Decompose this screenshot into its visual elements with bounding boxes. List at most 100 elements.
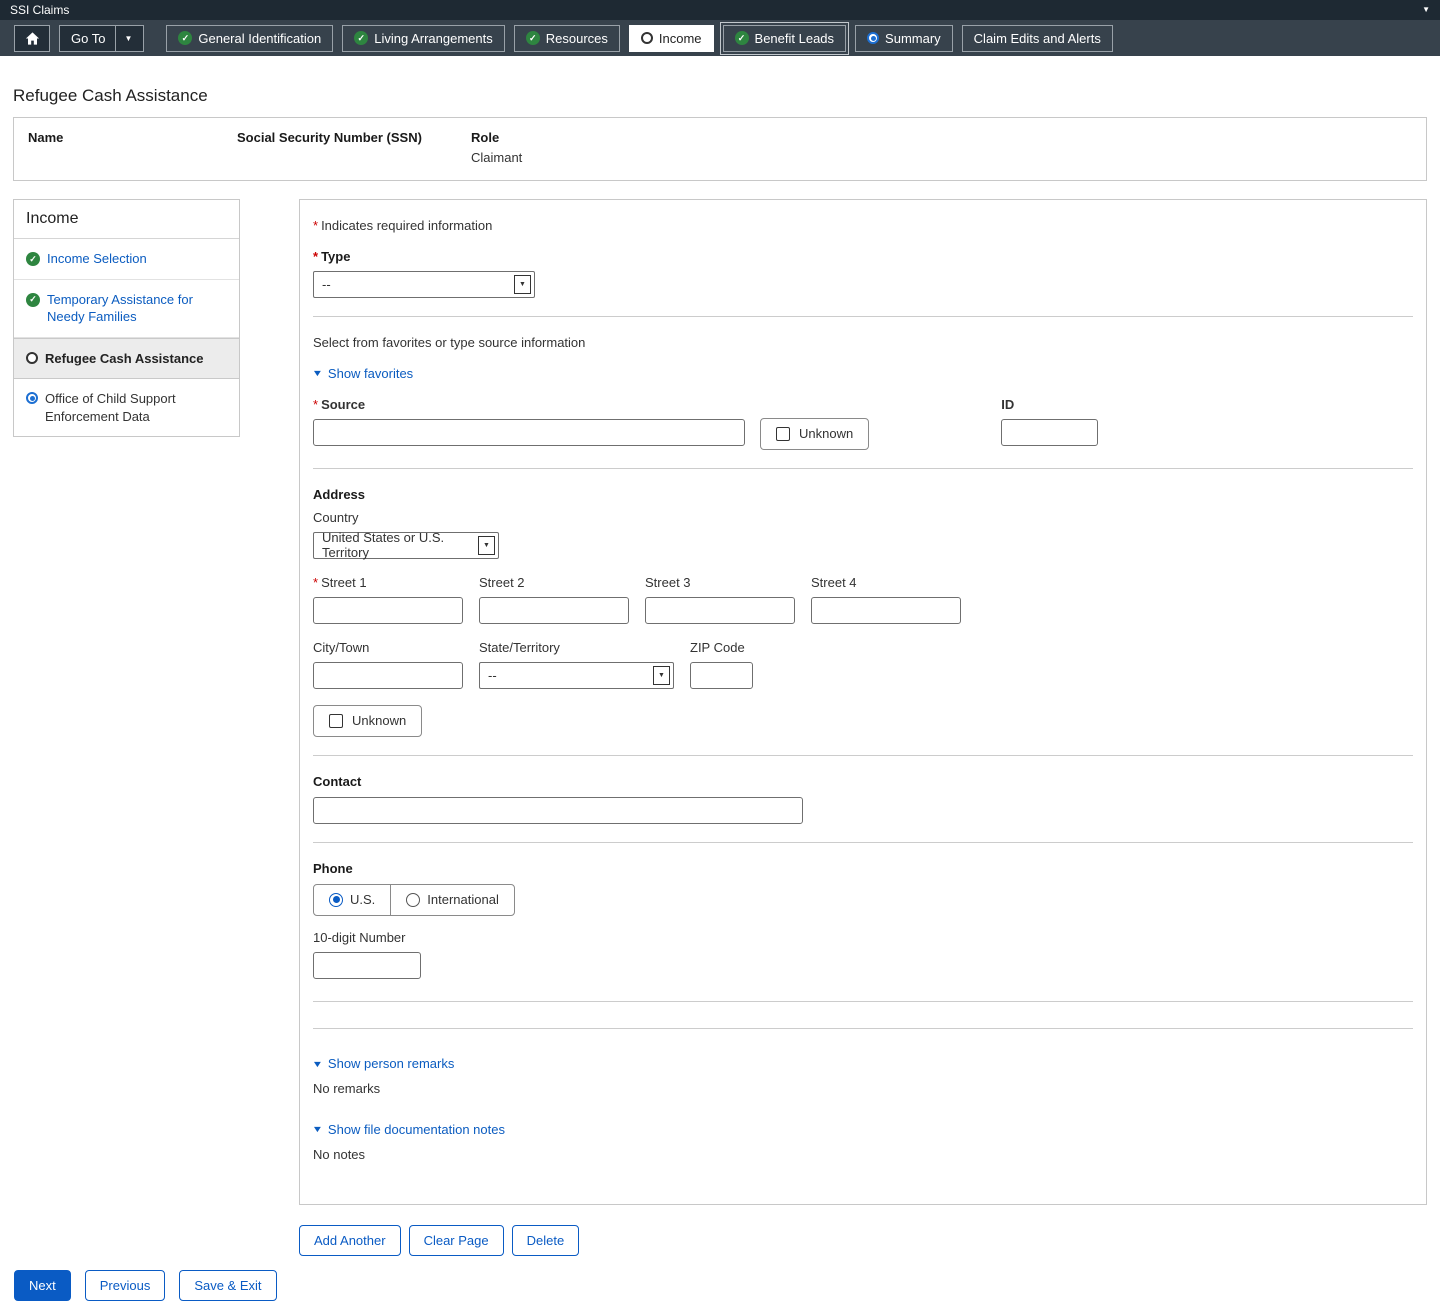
tab-benefit-leads[interactable]: ✓ Benefit Leads [723, 25, 847, 52]
page-title: Refugee Cash Assistance [13, 86, 1427, 106]
show-file-notes-link[interactable]: ▼ Show file documentation notes [313, 1122, 505, 1137]
income-sidebar: Income ✓ Income Selection ✓ Temporary As… [13, 199, 240, 437]
sidebar-item-label: Income Selection [47, 250, 147, 268]
source-row: *Source Unknown ID [313, 397, 1413, 450]
contact-heading: Contact [313, 774, 1413, 789]
street4-column: Street 4 [811, 575, 961, 624]
select-arrow-icon: ▼ [514, 275, 531, 294]
state-select-value: -- [488, 668, 497, 683]
phone-international-radio[interactable]: International [390, 885, 514, 915]
check-circle-icon: ✓ [26, 252, 40, 266]
source-unknown-checkbox[interactable]: Unknown [760, 418, 869, 450]
source-column: *Source [313, 397, 745, 446]
main-layout: Income ✓ Income Selection ✓ Temporary As… [13, 199, 1427, 1205]
delete-button[interactable]: Delete [512, 1225, 580, 1256]
street1-label-text: Street 1 [321, 575, 367, 590]
main-navbar: Go To ▼ ✓ General Identification ✓ Livin… [0, 20, 1440, 56]
street1-input[interactable] [313, 597, 463, 624]
source-label: *Source [313, 397, 745, 412]
street3-column: Street 3 [645, 575, 795, 624]
name-label: Name [28, 130, 237, 145]
zip-input[interactable] [690, 662, 753, 689]
tab-living-arrangements[interactable]: ✓ Living Arrangements [342, 25, 505, 52]
phone-heading: Phone [313, 861, 1413, 876]
radio-unselected-icon [406, 893, 420, 907]
street2-column: Street 2 [479, 575, 629, 624]
tab-label: Summary [885, 31, 941, 46]
contact-input[interactable] [313, 797, 803, 824]
required-note: *Indicates required information [313, 218, 1413, 233]
street-row: *Street 1 Street 2 Street 3 Street 4 [313, 575, 1413, 624]
sidebar-item-refugee-cash-assistance[interactable]: Refugee Cash Assistance [14, 338, 239, 380]
sidebar-item-income-selection[interactable]: ✓ Income Selection [14, 239, 239, 280]
state-label: State/Territory [479, 640, 674, 655]
type-select[interactable]: -- ▼ [313, 271, 535, 298]
go-to-dropdown[interactable]: Go To ▼ [59, 25, 144, 52]
sidebar-title: Income [14, 200, 239, 239]
city-input[interactable] [313, 662, 463, 689]
required-asterisk: * [313, 249, 318, 264]
source-input[interactable] [313, 419, 745, 446]
zip-label: ZIP Code [690, 640, 753, 655]
street3-label: Street 3 [645, 575, 795, 590]
role-label: Role [471, 130, 522, 145]
page-actions-row: Next Previous Save & Exit [14, 1270, 1427, 1301]
sidebar-item-tanf[interactable]: ✓ Temporary Assistance for Needy Familie… [14, 280, 239, 338]
checkbox-icon [329, 714, 343, 728]
show-favorites-link[interactable]: ▼ Show favorites [313, 366, 413, 381]
state-select[interactable]: -- ▼ [479, 662, 674, 689]
country-select[interactable]: United States or U.S. Territory ▼ [313, 532, 499, 559]
address-unknown-checkbox[interactable]: Unknown [313, 705, 422, 737]
tab-summary[interactable]: Summary [855, 25, 953, 52]
type-label: *Type [313, 249, 1413, 264]
collapse-caret-icon[interactable]: ▼ [1422, 6, 1430, 14]
street2-input[interactable] [479, 597, 629, 624]
chevron-down-icon: ▼ [312, 1059, 324, 1069]
divider [313, 755, 1413, 756]
clear-page-button[interactable]: Clear Page [409, 1225, 504, 1256]
file-notes-toggle-row: ▼ Show file documentation notes [313, 1120, 1413, 1137]
phone-number-label: 10-digit Number [313, 930, 1413, 945]
add-another-button[interactable]: Add Another [299, 1225, 401, 1256]
role-value: Claimant [471, 150, 522, 165]
app-titlebar: SSI Claims ▼ [0, 0, 1440, 20]
street1-label: *Street 1 [313, 575, 463, 590]
tab-resources[interactable]: ✓ Resources [514, 25, 620, 52]
street3-input[interactable] [645, 597, 795, 624]
tab-label: Living Arrangements [374, 31, 493, 46]
city-column: City/Town [313, 640, 463, 689]
phone-type-radio-group: U.S. International [313, 884, 515, 916]
home-button[interactable] [14, 25, 50, 52]
tab-claim-edits-alerts[interactable]: Claim Edits and Alerts [962, 25, 1113, 52]
previous-button[interactable]: Previous [85, 1270, 166, 1301]
phone-us-label: U.S. [350, 892, 375, 907]
id-input[interactable] [1001, 419, 1098, 446]
tab-income[interactable]: Income [629, 25, 714, 52]
show-person-remarks-link[interactable]: ▼ Show person remarks [313, 1056, 454, 1071]
panel-actions-row: Add Another Clear Page Delete [299, 1225, 1427, 1256]
street4-input[interactable] [811, 597, 961, 624]
divider [313, 1001, 1413, 1002]
tab-label: Claim Edits and Alerts [974, 31, 1101, 46]
favorites-hint: Select from favorites or type source inf… [313, 335, 1413, 350]
sidebar-item-label: Refugee Cash Assistance [45, 350, 203, 368]
phone-us-radio[interactable]: U.S. [314, 885, 390, 915]
checkbox-icon [776, 427, 790, 441]
address-unknown-row: Unknown [313, 705, 1413, 737]
save-exit-button[interactable]: Save & Exit [179, 1270, 276, 1301]
go-to-caret-icon: ▼ [115, 26, 132, 51]
phone-number-input[interactable] [313, 952, 421, 979]
street2-label: Street 2 [479, 575, 629, 590]
required-asterisk: * [313, 575, 318, 590]
home-icon [25, 31, 40, 46]
check-circle-icon: ✓ [26, 293, 40, 307]
check-circle-icon: ✓ [354, 31, 368, 45]
next-button[interactable]: Next [14, 1270, 71, 1301]
sidebar-item-label: Temporary Assistance for Needy Families [47, 291, 227, 326]
tab-general-identification[interactable]: ✓ General Identification [166, 25, 333, 52]
unknown-label: Unknown [352, 713, 406, 728]
required-asterisk: * [313, 397, 318, 412]
id-label: ID [1001, 397, 1098, 412]
sidebar-item-ocse-data[interactable]: Office of Child Support Enforcement Data [14, 379, 239, 436]
required-note-text: Indicates required information [321, 218, 492, 233]
